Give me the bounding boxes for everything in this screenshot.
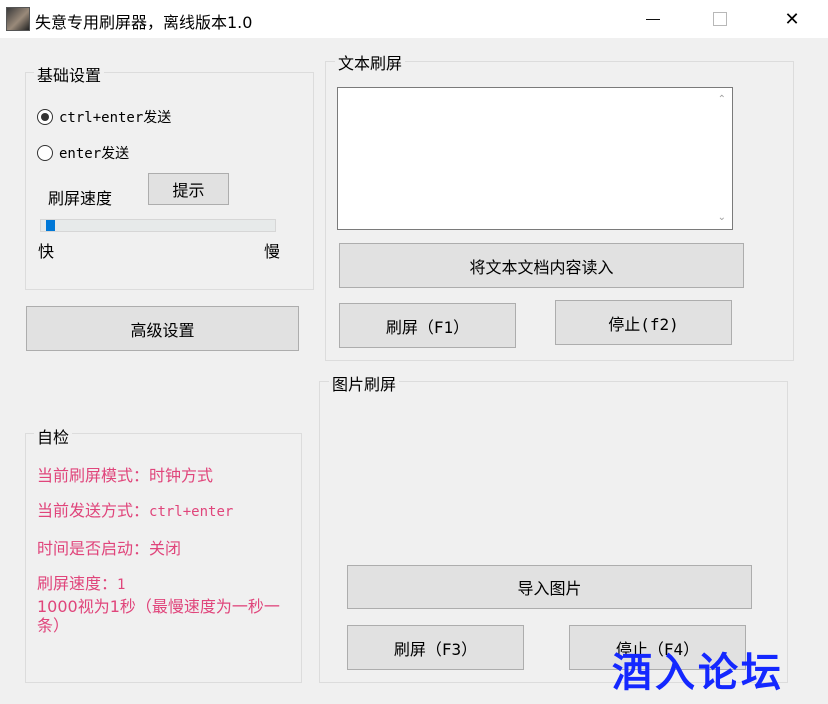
slider-slow-label: 慢 bbox=[264, 242, 281, 261]
speed-slider-thumb[interactable] bbox=[46, 220, 55, 231]
text-flood-stop-button[interactable]: 停止(f2) bbox=[555, 300, 732, 345]
text-flood-label: 文本刷屏 bbox=[335, 50, 406, 74]
close-icon: ✕ bbox=[784, 8, 800, 30]
forum-watermark: 酒入论坛 bbox=[612, 650, 784, 696]
image-flood-start-button[interactable]: 刷屏（F3） bbox=[347, 625, 524, 670]
speed-slider[interactable] bbox=[40, 219, 276, 232]
maximize-button[interactable] bbox=[690, 0, 750, 38]
title-bar: 失意专用刷屏器，离线版本1.0 ✕ bbox=[0, 0, 828, 38]
scroll-up-icon[interactable]: ⌃ bbox=[718, 94, 726, 105]
self-check-label: 自检 bbox=[34, 424, 73, 448]
advanced-settings-button[interactable]: 高级设置 bbox=[26, 306, 299, 351]
speed-status: 刷屏速度：1 bbox=[37, 570, 125, 594]
import-image-button[interactable]: 导入图片 bbox=[347, 565, 752, 609]
current-mode-text: 当前刷屏模式：时钟方式 bbox=[37, 466, 214, 485]
slider-fast-label: 快 bbox=[38, 242, 55, 261]
radio-ctrl-enter[interactable]: ctrl+enter发送 bbox=[37, 107, 171, 127]
current-send-method: 当前发送方式：ctrl+enter bbox=[37, 497, 233, 521]
basic-settings-label: 基础设置 bbox=[34, 62, 105, 86]
minimize-icon bbox=[646, 18, 660, 20]
app-icon bbox=[6, 7, 30, 31]
scroll-down-icon[interactable]: ⌄ bbox=[718, 212, 726, 223]
radio-ctrl-enter-label: ctrl+enter发送 bbox=[59, 110, 172, 126]
text-input-area[interactable]: ⌃ ⌄ bbox=[337, 87, 733, 230]
current-send-prefix: 当前发送方式： bbox=[37, 501, 150, 520]
timer-status-text: 时间是否启动：关闭 bbox=[37, 539, 182, 558]
minimize-button[interactable] bbox=[623, 0, 683, 38]
speed-status-prefix: 刷屏速度： bbox=[37, 574, 118, 593]
hint-button[interactable]: 提示 bbox=[148, 173, 229, 205]
close-button[interactable]: ✕ bbox=[762, 0, 822, 38]
speed-label: 刷屏速度 bbox=[48, 189, 113, 208]
radio-enter-circle[interactable] bbox=[37, 145, 53, 161]
radio-enter[interactable]: enter发送 bbox=[37, 143, 129, 163]
speed-note-text: 1000视为1秒（最慢速度为一秒一条） bbox=[37, 597, 280, 635]
window-title: 失意专用刷屏器，离线版本1.0 bbox=[35, 13, 253, 32]
current-send-value: ctrl+enter bbox=[149, 504, 234, 520]
maximize-icon bbox=[713, 12, 727, 26]
load-text-file-button[interactable]: 将文本文档内容读入 bbox=[339, 243, 744, 288]
radio-ctrl-enter-circle[interactable] bbox=[37, 109, 53, 125]
text-flood-start-button[interactable]: 刷屏（F1） bbox=[339, 303, 516, 348]
speed-status-value: 1 bbox=[117, 577, 126, 593]
radio-enter-label: enter发送 bbox=[59, 146, 130, 162]
image-flood-label: 图片刷屏 bbox=[329, 371, 400, 395]
